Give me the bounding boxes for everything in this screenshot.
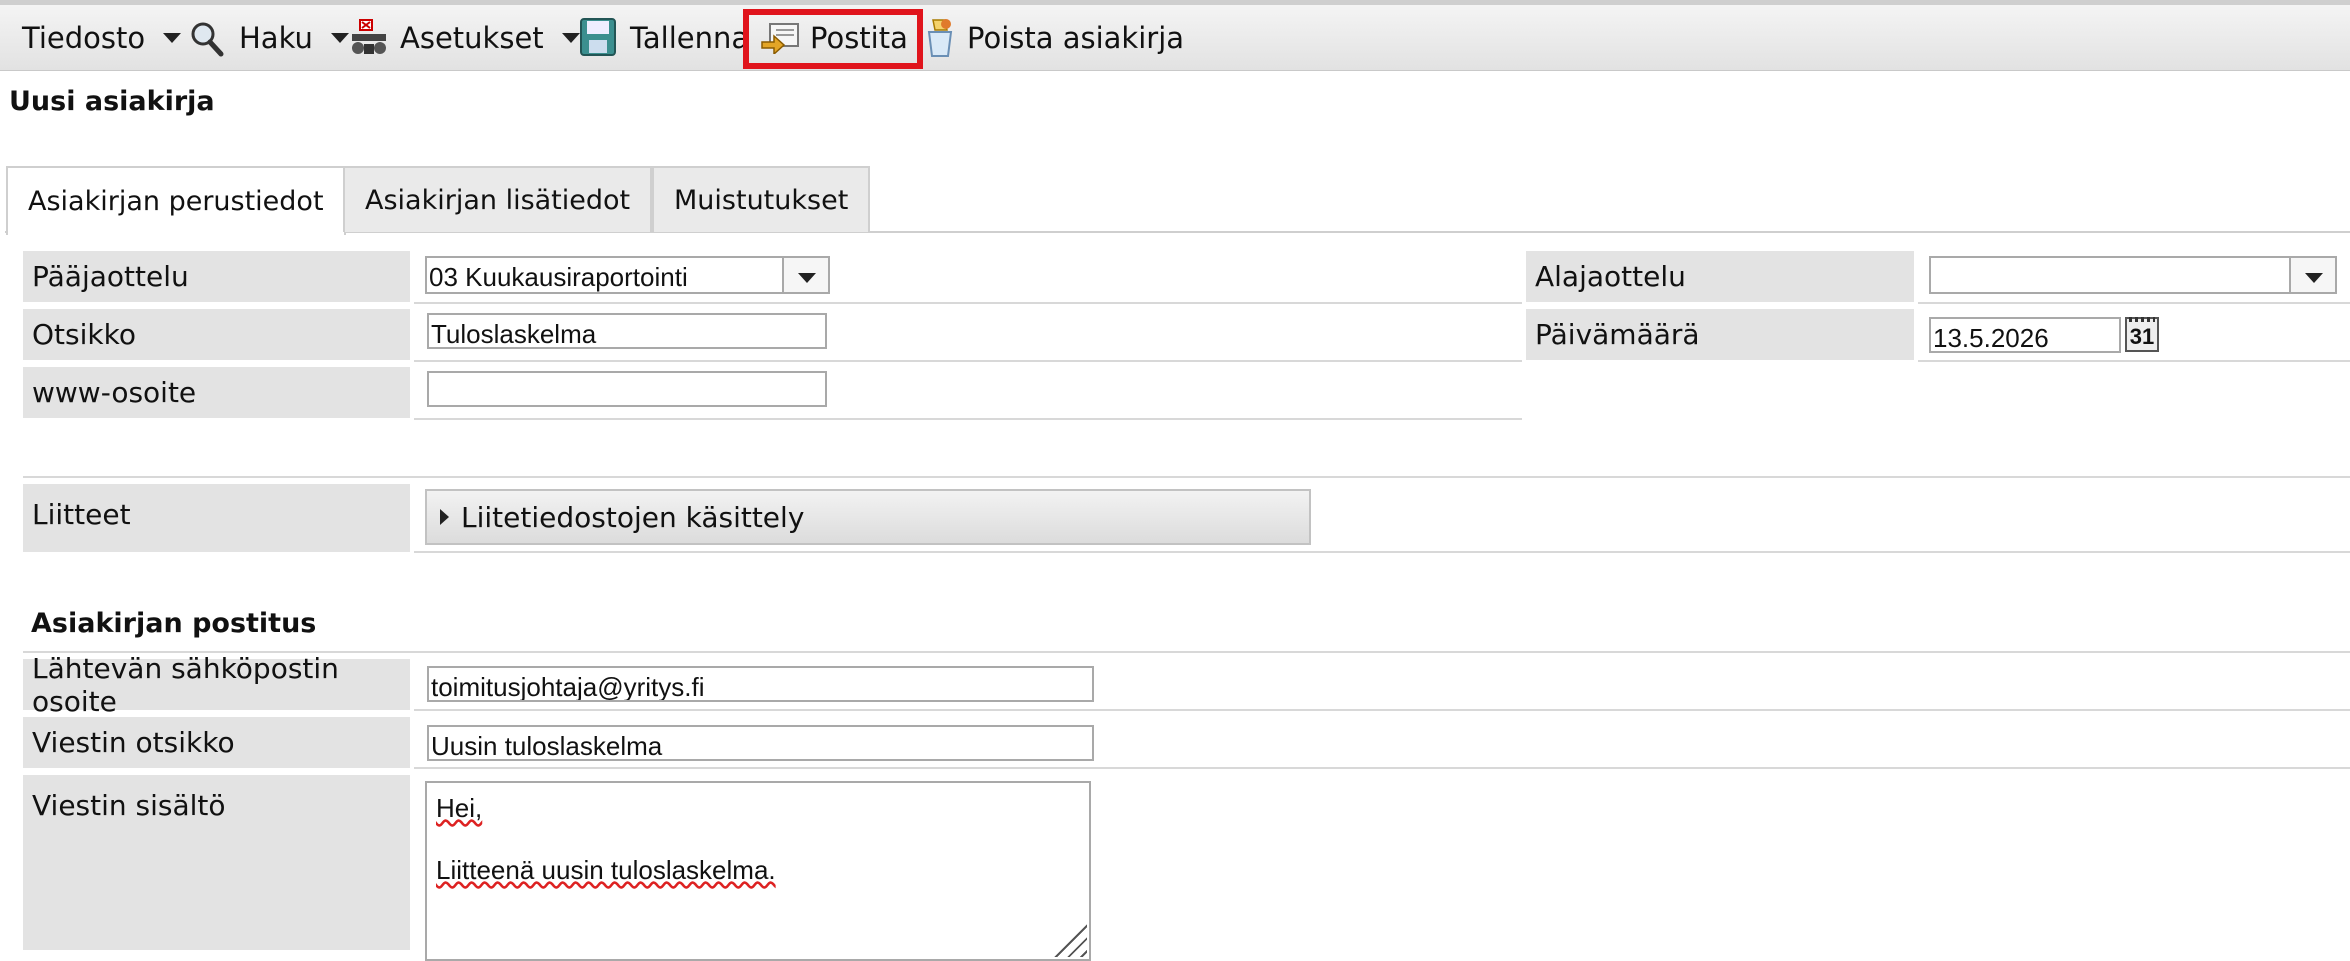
attachments-toggle-button[interactable]: Liitetiedostojen käsittely bbox=[425, 489, 1311, 545]
www-input[interactable] bbox=[427, 371, 827, 407]
message-subject-input[interactable]: Uusin tuloslaskelma bbox=[427, 725, 1094, 761]
main-section-label: Pääjaottelu bbox=[23, 251, 410, 302]
chevron-down-icon bbox=[782, 258, 828, 292]
search-icon bbox=[189, 18, 225, 58]
tab-label: Asiakirjan perustiedot bbox=[28, 186, 324, 217]
date-label: Päivämäärä bbox=[1526, 309, 1914, 360]
tab-additional-info[interactable]: Asiakirjan lisätiedot bbox=[343, 166, 653, 232]
message-subject-label: Viestin otsikko bbox=[23, 717, 410, 768]
settings-icon bbox=[350, 18, 386, 58]
main-section-value: 03 Kuukausiraportointi bbox=[429, 262, 688, 292]
tab-label: Muistutukset bbox=[674, 184, 849, 216]
settings-menu-label: Asetukset bbox=[400, 21, 544, 55]
message-body-text: Liitteenä uusin tuloslaskelma. bbox=[436, 855, 776, 885]
resize-grip-icon[interactable] bbox=[1053, 923, 1087, 957]
search-menu[interactable]: Haku bbox=[189, 5, 349, 71]
chevron-down-icon bbox=[2289, 258, 2335, 292]
mailing-section-title: Asiakirjan postitus bbox=[31, 608, 317, 639]
message-body-label: Viestin sisältö bbox=[23, 775, 410, 950]
title-input[interactable]: Tuloslaskelma bbox=[427, 313, 827, 349]
attachments-label: Liitteet bbox=[23, 484, 410, 552]
toolbar: Tiedosto Haku Asetukset Tallenna Postita… bbox=[0, 0, 2350, 71]
trash-icon bbox=[923, 18, 959, 58]
save-icon bbox=[580, 18, 616, 58]
row-divider bbox=[414, 709, 2350, 711]
highlight-box bbox=[743, 9, 923, 69]
file-menu[interactable]: Tiedosto bbox=[22, 5, 182, 71]
chevron-down-icon bbox=[561, 33, 580, 43]
message-body-textarea[interactable]: Hei, Liitteenä uusin tuloslaskelma. bbox=[425, 781, 1091, 961]
message-body-line: Liitteenä uusin tuloslaskelma. bbox=[436, 855, 1089, 886]
message-body-line: Hei, bbox=[436, 793, 483, 823]
caret-right-icon bbox=[440, 509, 449, 525]
section-divider bbox=[23, 476, 2350, 478]
tab-reminders[interactable]: Muistutukset bbox=[652, 166, 871, 232]
file-menu-label: Tiedosto bbox=[22, 21, 146, 55]
date-input[interactable]: 13.5.2026 bbox=[1929, 317, 2121, 353]
calendar-icon[interactable]: 31 bbox=[2125, 317, 2159, 352]
message-body-blank bbox=[436, 824, 1089, 855]
row-divider bbox=[414, 767, 2350, 769]
main-section-select[interactable]: 03 Kuukausiraportointi bbox=[425, 256, 830, 294]
row-divider bbox=[414, 418, 1522, 420]
delete-document-label: Poista asiakirja bbox=[967, 21, 1185, 55]
delete-document-button[interactable]: Poista asiakirja bbox=[923, 5, 1184, 71]
chevron-down-icon bbox=[330, 33, 349, 43]
row-divider bbox=[414, 551, 2350, 553]
tab-basic-info[interactable]: Asiakirjan perustiedot bbox=[6, 166, 346, 235]
chevron-down-icon bbox=[163, 33, 182, 43]
row-divider bbox=[414, 360, 1522, 362]
title-label: Otsikko bbox=[23, 309, 410, 360]
www-label: www-osoite bbox=[23, 367, 410, 418]
settings-menu[interactable]: Asetukset bbox=[350, 5, 580, 71]
row-divider bbox=[414, 302, 1522, 304]
save-button-label: Tallenna bbox=[630, 21, 750, 55]
sub-section-select[interactable] bbox=[1929, 256, 2337, 294]
page-title: Uusi asiakirja bbox=[9, 86, 215, 117]
sub-section-label: Alajaottelu bbox=[1526, 251, 1914, 302]
attachments-button-label: Liitetiedostojen käsittely bbox=[461, 500, 805, 534]
sender-email-label: Lähtevän sähköpostin osoite bbox=[23, 652, 410, 718]
row-divider bbox=[1918, 360, 2350, 362]
search-menu-label: Haku bbox=[239, 21, 313, 55]
tab-label: Asiakirjan lisätiedot bbox=[365, 184, 631, 216]
sender-email-input[interactable]: toimitusjohtaja@yritys.fi bbox=[427, 666, 1094, 702]
row-divider bbox=[1918, 302, 2350, 304]
save-button[interactable]: Tallenna bbox=[580, 5, 749, 71]
